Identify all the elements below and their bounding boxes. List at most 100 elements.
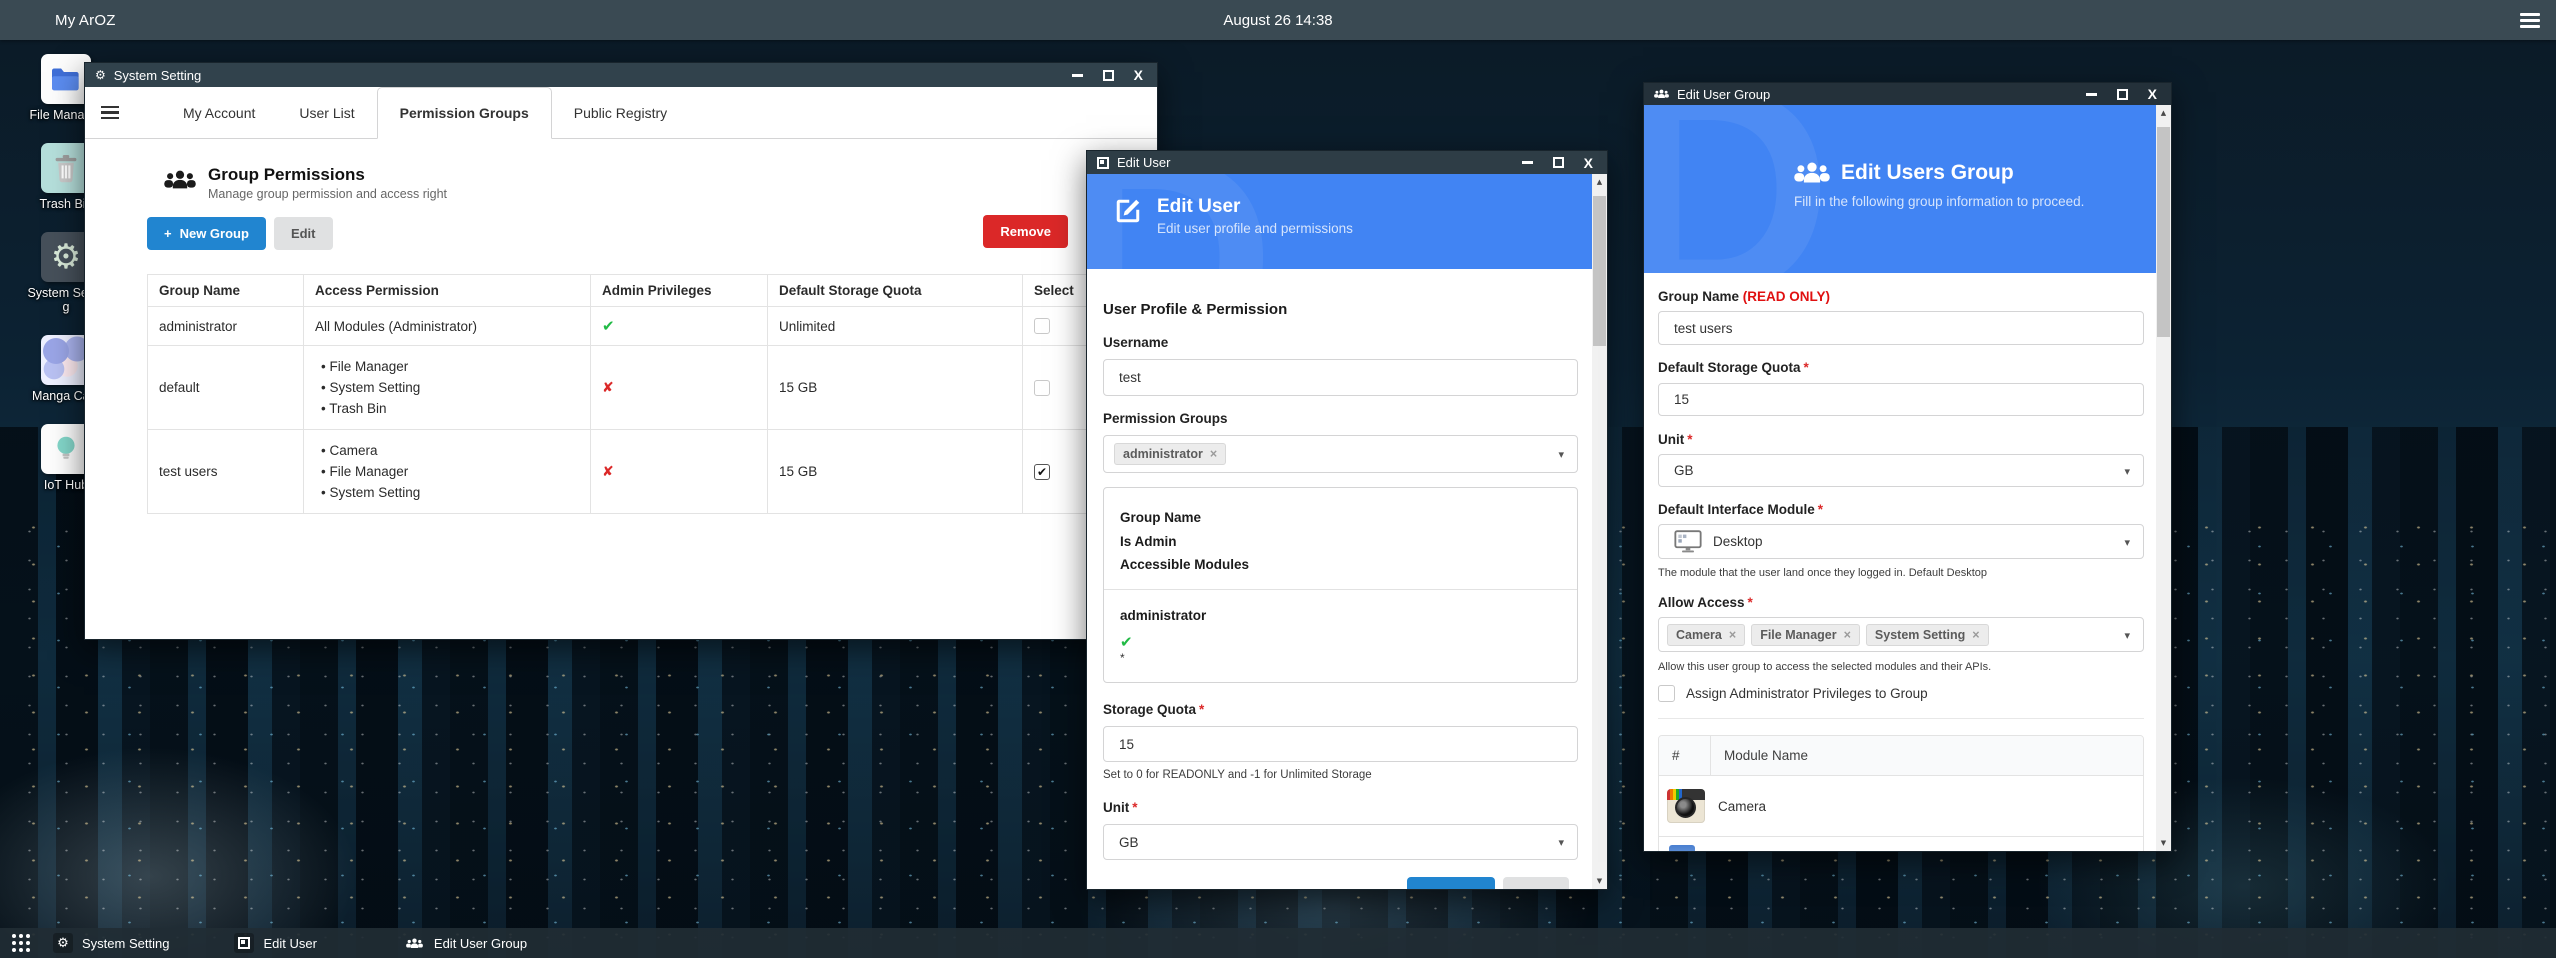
update-button[interactable]: Update — [1407, 877, 1495, 890]
required-asterisk: * — [1199, 702, 1204, 717]
scroll-down-icon[interactable]: ▼ — [1592, 877, 1607, 885]
admin-yes-icon: ✔ — [602, 317, 615, 335]
app-launcher-icon[interactable] — [12, 934, 30, 952]
edit-group-button[interactable]: Edit — [274, 217, 333, 250]
close-button[interactable]: X — [1584, 156, 1593, 170]
is-admin-check-icon: ✔ — [1120, 633, 1561, 651]
row-select-checkbox-checked[interactable]: ✔ — [1034, 464, 1050, 480]
col-default-storage-quota: Default Storage Quota — [768, 275, 1023, 307]
col-admin-privileges: Admin Privileges — [591, 275, 768, 307]
allow-access-hint: Allow this user group to access the sele… — [1658, 661, 2144, 673]
unit-dropdown[interactable]: GB ▾ — [1658, 454, 2144, 487]
taskbar-item-edit-user[interactable]: Edit User — [234, 933, 316, 953]
bottom-white-strip — [0, 958, 2556, 966]
group-name-field[interactable]: test users — [1658, 311, 2144, 345]
scroll-up-icon[interactable]: ▲ — [2156, 109, 2171, 117]
allowed-module-tag[interactable]: File Manager × — [1751, 624, 1860, 646]
unit-label: Unit* — [1103, 800, 1578, 815]
settings-tab-bar: My Account User List Permission Groups P… — [85, 87, 1157, 139]
unit-dropdown[interactable]: GB ▾ — [1103, 824, 1578, 860]
camera-module-icon — [1667, 789, 1705, 823]
maximize-button[interactable] — [1103, 70, 1114, 81]
allowed-module-tag[interactable]: Camera × — [1667, 624, 1745, 646]
quota-cell: Unlimited — [768, 307, 1023, 346]
tab-public-registry[interactable]: Public Registry — [552, 87, 689, 138]
users-icon — [406, 938, 423, 949]
maximize-button[interactable] — [2117, 89, 2128, 100]
tab-my-account[interactable]: My Account — [161, 87, 277, 138]
default-interface-module-label: Default Interface Module* — [1658, 502, 2144, 517]
col-group-name: Group Name — [148, 275, 304, 307]
window-edit-user: Edit User X D Edit User Edit user profil… — [1086, 150, 1608, 890]
form-section-heading: User Profile & Permission — [1103, 301, 1578, 318]
tab-permission-groups[interactable]: Permission Groups — [377, 87, 552, 139]
tab-user-list[interactable]: User List — [277, 87, 376, 138]
page-subtitle: Manage group permission and access right — [208, 187, 447, 201]
edit-user-titlebar[interactable]: Edit User X — [1087, 151, 1607, 174]
permission-groups-label: Permission Groups — [1103, 411, 1578, 426]
assign-admin-checkbox[interactable] — [1658, 685, 1675, 702]
row-select-checkbox[interactable] — [1034, 318, 1050, 334]
header-subtitle: Edit user profile and permissions — [1157, 221, 1353, 236]
remove-tag-icon[interactable]: × — [1729, 628, 1736, 642]
new-group-button[interactable]: + New Group — [147, 217, 266, 250]
close-form-button[interactable]: Close — [1503, 877, 1569, 890]
access-cell: All Modules (Administrator) — [304, 307, 591, 346]
allow-access-dropdown[interactable]: Camera × File Manager × System Setting ×… — [1658, 617, 2144, 652]
storage-quota-label: Storage Quota* — [1103, 702, 1578, 717]
remove-tag-icon[interactable]: × — [1210, 447, 1217, 461]
row-select-checkbox[interactable] — [1034, 380, 1050, 396]
close-button[interactable]: X — [1134, 68, 1143, 82]
required-asterisk: * — [1748, 595, 1753, 610]
remove-group-button[interactable]: Remove — [983, 215, 1068, 248]
minimize-button[interactable] — [2086, 93, 2097, 96]
scrollbar-thumb[interactable] — [1593, 196, 1606, 346]
assign-admin-row: Assign Administrator Privileges to Group — [1658, 685, 2144, 702]
hamburger-icon[interactable] — [101, 103, 119, 122]
maximize-button[interactable] — [1553, 157, 1564, 168]
assign-admin-label: Assign Administrator Privileges to Group — [1686, 686, 1928, 701]
edit-pencil-icon — [1113, 196, 1143, 226]
required-asterisk: * — [1804, 360, 1809, 375]
username-label: Username — [1103, 335, 1578, 350]
permission-groups-dropdown[interactable]: administrator × ▾ — [1103, 435, 1578, 473]
group-info-box: Group Name Is Admin Accessible Modules a… — [1103, 487, 1578, 683]
scrollbar[interactable]: ▲ ▼ — [2156, 105, 2171, 851]
top-bar: My ArOZ August 26 14:38 — [0, 0, 2556, 40]
users-icon — [164, 169, 196, 191]
minimize-button[interactable] — [1522, 161, 1533, 164]
allow-access-label: Allow Access* — [1658, 595, 2144, 610]
remove-tag-icon[interactable]: × — [1844, 628, 1851, 642]
unit-label: Unit* — [1658, 432, 2144, 447]
access-module-list: Camera File Manager System Setting — [315, 440, 579, 503]
scroll-down-icon[interactable]: ▼ — [2156, 839, 2171, 847]
divider — [1658, 718, 2144, 719]
allowed-module-tag[interactable]: System Setting × — [1866, 624, 1989, 646]
close-button[interactable]: X — [2148, 87, 2157, 101]
remove-tag-icon[interactable]: × — [1972, 628, 1979, 642]
default-storage-quota-field[interactable]: 15 — [1658, 383, 2144, 416]
permission-group-tag[interactable]: administrator × — [1114, 443, 1226, 465]
scrollbar[interactable]: ▲ ▼ — [1592, 174, 1607, 889]
users-icon — [1794, 161, 1830, 185]
storage-quota-field[interactable]: 15 — [1103, 726, 1578, 762]
info-col-accessible-modules: Accessible Modules — [1120, 553, 1561, 577]
edit-user-group-titlebar[interactable]: Edit User Group X — [1644, 83, 2171, 105]
window-title: Edit User — [1117, 155, 1170, 170]
minimize-button[interactable] — [1072, 74, 1083, 77]
group-info-name: administrator — [1120, 608, 1561, 623]
taskbar-item-edit-user-group[interactable]: Edit User Group — [405, 933, 527, 953]
window-system-setting: ⚙ System Setting X My Account User List … — [84, 62, 1158, 640]
clock: August 26 14:38 — [1223, 12, 1332, 29]
group-name-cell: test users — [148, 430, 304, 514]
group-name-label: Group Name (READ ONLY) — [1658, 289, 2144, 304]
window-icon — [238, 937, 250, 949]
menu-icon[interactable] — [2520, 10, 2540, 31]
system-setting-titlebar[interactable]: ⚙ System Setting X — [85, 63, 1157, 87]
scrollbar-thumb[interactable] — [2157, 127, 2170, 337]
username-field[interactable]: test — [1103, 359, 1578, 396]
scroll-up-icon[interactable]: ▲ — [1592, 178, 1607, 186]
group-permissions-table: Group Name Access Permission Admin Privi… — [147, 274, 1146, 514]
default-interface-module-dropdown[interactable]: Desktop ▾ — [1658, 524, 2144, 559]
taskbar-item-system-setting[interactable]: ⚙ System Setting — [53, 933, 169, 953]
